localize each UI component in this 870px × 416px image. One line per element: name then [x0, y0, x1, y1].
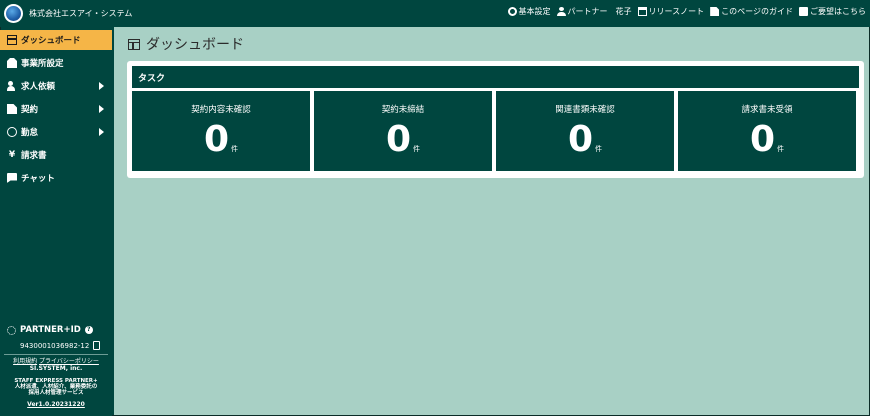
- gear-icon: [507, 7, 517, 16]
- task-tile-unreceived-invoices[interactable]: 請求書未受領 0 件: [678, 91, 856, 171]
- building-icon: [7, 58, 17, 68]
- calendar-icon: [637, 7, 647, 16]
- task-count: 0: [567, 119, 594, 160]
- task-count: 0: [385, 119, 412, 160]
- company-logo-icon[interactable]: [4, 4, 23, 23]
- task-panel: タスク 契約内容未確認 0 件 契約未締結 0 件 関連書類未確認 0 件 請求…: [127, 61, 864, 178]
- sidebar-item-attendance[interactable]: 勤怠: [0, 122, 112, 142]
- user-menu[interactable]: パートナー 花子: [556, 6, 632, 17]
- task-tile-unsigned-contracts[interactable]: 契約未締結 0 件: [314, 91, 492, 171]
- document-icon: [7, 104, 17, 114]
- chevron-right-icon: [99, 105, 104, 113]
- release-notes-link[interactable]: リリースノート: [637, 6, 704, 17]
- main-content: ダッシュボード タスク 契約内容未確認 0 件 契約未締結 0 件 関連書類未確…: [114, 27, 869, 415]
- copy-icon[interactable]: [93, 341, 101, 350]
- sidebar-item-office-settings[interactable]: 事業所設定: [0, 53, 112, 73]
- page-guide-link[interactable]: このページのガイド: [710, 6, 793, 17]
- page-title: ダッシュボード: [128, 34, 244, 54]
- top-bar: 株式会社エスアイ・システム 基本設定 パートナー 花子 リリースノート このペー…: [0, 0, 870, 27]
- task-count: 0: [749, 119, 776, 160]
- chevron-right-icon: [99, 128, 104, 136]
- sidebar-item-job-requests[interactable]: 求人依頼: [0, 76, 112, 96]
- top-nav: 基本設定 パートナー 花子 リリースノート このページのガイド ご要望はこちら: [507, 6, 866, 17]
- basic-settings-link[interactable]: 基本設定: [507, 6, 551, 17]
- partner-id: 9430001036982-12: [20, 341, 101, 350]
- version-link[interactable]: Ver1.0.20231220: [0, 401, 112, 408]
- task-tile-unconfirmed-documents[interactable]: 関連書類未確認 0 件: [496, 91, 674, 171]
- task-tiles: 契約内容未確認 0 件 契約未締結 0 件 関連書類未確認 0 件 請求書未受領…: [132, 91, 859, 171]
- feedback-link[interactable]: ご要望はこちら: [799, 6, 866, 17]
- yen-icon: ¥: [8, 150, 16, 160]
- partner-id-heading: PARTNER+ID ?: [7, 325, 93, 335]
- sidebar-divider: [4, 354, 108, 355]
- company-en: SI.SYSTEM, inc.: [29, 365, 83, 372]
- privacy-link[interactable]: プライバシーポリシー: [39, 358, 99, 365]
- people-icon: [7, 81, 17, 91]
- sidebar-item-chat[interactable]: チャット: [0, 168, 112, 188]
- sidebar-item-invoices[interactable]: ¥ 請求書: [0, 145, 112, 165]
- task-count: 0: [203, 119, 230, 160]
- clock-icon: [7, 127, 17, 137]
- help-icon[interactable]: ?: [84, 326, 93, 334]
- company-name: 株式会社エスアイ・システム: [29, 9, 133, 18]
- partner-icon: [7, 325, 16, 335]
- chevron-right-icon: [99, 82, 104, 90]
- sidebar-item-dashboard[interactable]: ダッシュボード: [0, 30, 112, 50]
- user-icon: [556, 7, 566, 16]
- dashboard-icon: [7, 35, 17, 45]
- document-icon: [710, 7, 720, 16]
- chat-icon: [799, 7, 808, 16]
- service-tagline: STAFF EXPRESS PARTNER+ 人材派遣、人材紹介、業務委託の 採…: [14, 378, 98, 396]
- task-panel-title: タスク: [132, 66, 859, 88]
- task-tile-unconfirmed-contracts[interactable]: 契約内容未確認 0 件: [132, 91, 310, 171]
- dashboard-icon: [128, 38, 140, 50]
- footer-links: 利用規約 プライバシーポリシー SI.SYSTEM, inc.: [0, 358, 112, 372]
- chat-icon: [7, 173, 17, 183]
- terms-link[interactable]: 利用規約: [13, 358, 37, 365]
- sidebar-item-contracts[interactable]: 契約: [0, 99, 112, 119]
